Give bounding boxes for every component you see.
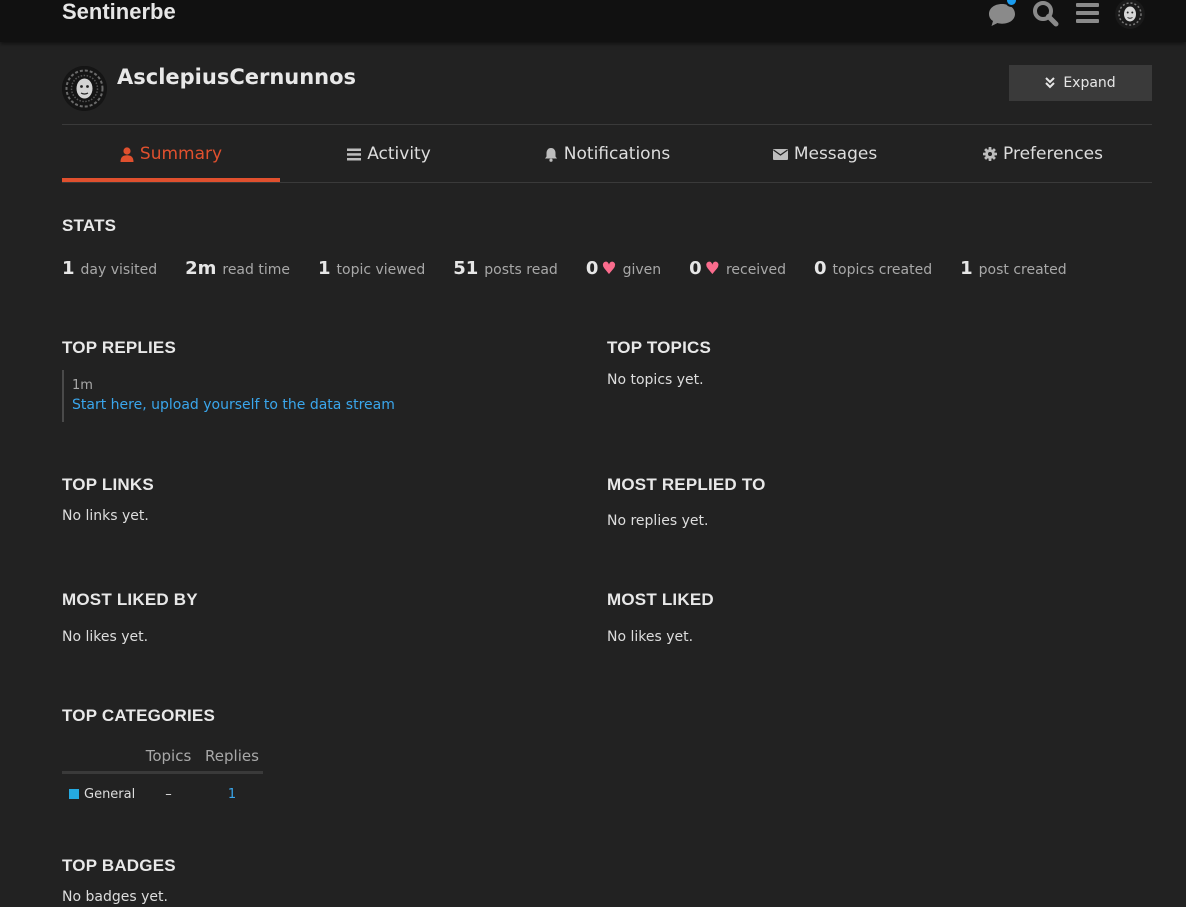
top-topics-empty: No topics yet. bbox=[607, 372, 704, 388]
stat-value: 1 bbox=[960, 258, 973, 279]
category-color-swatch bbox=[69, 788, 79, 799]
top-reply-item: 1m Start here, upload yourself to the da… bbox=[62, 370, 462, 422]
top-replies-heading: TOP REPLIES bbox=[62, 338, 176, 357]
tab-messages[interactable]: Messages bbox=[716, 126, 934, 182]
top-categories-table: Topics Replies General – 1 bbox=[62, 740, 263, 814]
stat-label: day visited bbox=[80, 262, 158, 278]
tab-messages-label: Messages bbox=[793, 144, 878, 164]
tab-summary[interactable]: Summary bbox=[62, 126, 280, 182]
top-links-empty: No links yet. bbox=[62, 508, 149, 524]
top-links-heading: TOP LINKS bbox=[62, 475, 154, 494]
stat-topics-created: 0 topics created bbox=[814, 258, 932, 279]
stat-label: read time bbox=[222, 262, 290, 278]
top-badges-heading: TOP BADGES bbox=[62, 856, 176, 875]
stats-heading: STATS bbox=[62, 216, 117, 235]
expand-label: Expand bbox=[1063, 75, 1116, 91]
most-liked-empty: No likes yet. bbox=[607, 629, 694, 645]
most-replied-to-empty: No replies yet. bbox=[607, 513, 709, 529]
stat-value: 2m bbox=[185, 258, 217, 279]
stat-value: 51 bbox=[453, 258, 479, 279]
profile-nav-tabs: Summary Activity Notifications Messages bbox=[62, 126, 1152, 182]
reply-time: 1m bbox=[72, 378, 93, 393]
stat-posts-read: 51 posts read bbox=[453, 258, 558, 279]
chat-icon[interactable] bbox=[987, 0, 1018, 28]
stat-likes-given: 0 ♥ given bbox=[586, 258, 661, 279]
tab-notifications[interactable]: Notifications bbox=[498, 126, 716, 182]
most-liked-by-heading: MOST LIKED BY bbox=[62, 590, 198, 609]
stat-label: posts read bbox=[484, 262, 558, 278]
search-icon[interactable] bbox=[1031, 0, 1061, 28]
top-badges-empty: No badges yet. bbox=[62, 889, 168, 905]
column-header-topics: Topics bbox=[145, 746, 192, 765]
category-topics: – bbox=[165, 786, 172, 802]
most-replied-to-heading: MOST REPLIED TO bbox=[607, 475, 766, 494]
stat-label: post created bbox=[978, 262, 1067, 278]
stat-value: 0 bbox=[585, 258, 599, 279]
current-user-avatar[interactable] bbox=[1115, 0, 1145, 29]
most-liked-heading: MOST LIKED bbox=[607, 590, 714, 609]
expand-button[interactable]: Expand bbox=[1009, 65, 1152, 101]
category-replies-link[interactable]: 1 bbox=[201, 787, 263, 802]
top-categories-heading: TOP CATEGORIES bbox=[62, 706, 215, 725]
bell-icon bbox=[544, 147, 557, 162]
site-title[interactable]: Sentinerbe bbox=[62, 0, 176, 24]
stat-value: 1 bbox=[317, 258, 331, 279]
gear-icon bbox=[983, 147, 997, 161]
stat-value: 0 bbox=[689, 258, 702, 279]
reply-topic-link[interactable]: Start here, upload yourself to the data … bbox=[72, 397, 462, 413]
stat-topics-viewed: 1 topic viewed bbox=[318, 258, 425, 279]
tab-summary-label: Summary bbox=[139, 144, 223, 164]
stat-label: topic viewed bbox=[336, 262, 426, 278]
envelope-icon bbox=[772, 148, 788, 160]
tab-activity[interactable]: Activity bbox=[280, 126, 498, 182]
list-icon bbox=[347, 148, 362, 160]
tab-notifications-label: Notifications bbox=[563, 144, 671, 164]
category-cell[interactable]: General bbox=[62, 787, 136, 802]
heart-icon: ♥ bbox=[601, 259, 617, 279]
heart-icon: ♥ bbox=[704, 259, 720, 279]
stat-label: topics created bbox=[832, 262, 933, 278]
profile-avatar[interactable] bbox=[62, 66, 107, 111]
profile-username: AsclepiusCernunnos bbox=[117, 65, 357, 89]
nav-divider bbox=[62, 182, 1152, 183]
stat-label: received bbox=[725, 262, 786, 278]
stat-read-time: 2m read time bbox=[185, 258, 290, 279]
stat-value: 1 bbox=[62, 258, 75, 279]
stat-days-visited: 1 day visited bbox=[62, 258, 157, 279]
tab-preferences-label: Preferences bbox=[1003, 144, 1103, 164]
top-topics-heading: TOP TOPICS bbox=[607, 338, 712, 357]
tab-preferences[interactable]: Preferences bbox=[934, 126, 1152, 182]
stat-label: given bbox=[622, 262, 662, 278]
top-header-bar: Sentinerbe bbox=[0, 0, 1186, 42]
most-liked-by-empty: No likes yet. bbox=[62, 629, 149, 645]
chevron-double-down-icon bbox=[1045, 77, 1056, 89]
user-icon bbox=[120, 146, 134, 162]
table-row: General – 1 bbox=[62, 774, 263, 814]
stats-row: 1 day visited 2m read time 1 topic viewe… bbox=[62, 258, 1095, 279]
tab-activity-label: Activity bbox=[367, 144, 431, 164]
category-name[interactable]: General bbox=[84, 787, 135, 802]
hamburger-menu-icon[interactable] bbox=[1073, 0, 1103, 28]
stat-value: 0 bbox=[813, 258, 827, 279]
header-divider bbox=[62, 124, 1152, 125]
table-header: Topics Replies bbox=[62, 740, 263, 774]
column-header-replies: Replies bbox=[205, 746, 259, 765]
stat-posts-created: 1 post created bbox=[960, 258, 1067, 279]
stat-likes-received: 0 ♥ received bbox=[689, 258, 786, 279]
